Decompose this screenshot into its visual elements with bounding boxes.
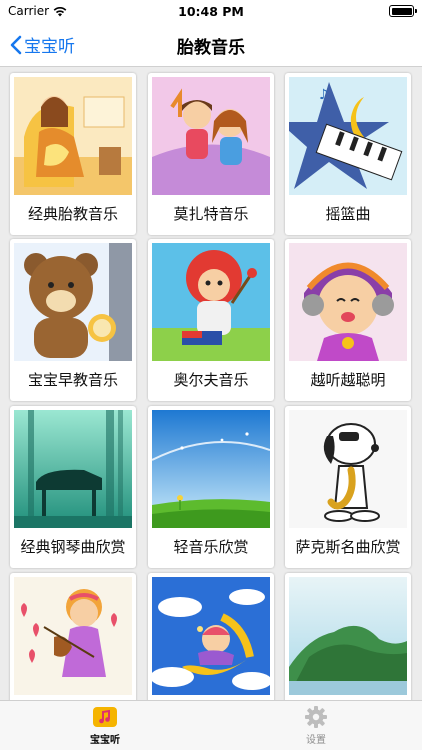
dog-saxophone-illustration: [289, 410, 407, 528]
category-label: 经典钢琴曲欣赏: [20, 538, 126, 556]
category-thumbnail: [14, 410, 132, 528]
mother-reading-illustration: [14, 77, 132, 195]
category-thumbnail: [152, 243, 270, 361]
category-card[interactable]: 宝宝早教音乐: [10, 239, 136, 401]
girl-violin-illustration: [14, 577, 132, 695]
category-thumbnail: [14, 577, 132, 695]
green-hill-illustration: [289, 577, 407, 695]
tab-baobaoting[interactable]: 宝宝听: [65, 705, 145, 746]
category-card[interactable]: [10, 573, 136, 700]
category-card[interactable]: 经典钢琴曲欣赏: [10, 406, 136, 568]
girl-drum-illustration: [152, 243, 270, 361]
gear-icon: [305, 706, 327, 728]
moon-piano-illustration: ♪: [289, 77, 407, 195]
moon-child-illustration: [152, 577, 270, 695]
svg-text:♪: ♪: [319, 87, 328, 103]
category-thumbnail: [152, 77, 270, 195]
category-label: 宝宝早教音乐: [27, 371, 118, 389]
bear-lion-illustration: [14, 243, 132, 361]
girl-headphones-illustration: [289, 243, 407, 361]
tab-settings[interactable]: 设置: [276, 705, 356, 746]
category-card[interactable]: 奥尔夫音乐: [148, 239, 274, 401]
category-card[interactable]: [148, 573, 274, 700]
category-thumbnail: [14, 77, 132, 195]
category-thumbnail: [289, 243, 407, 361]
category-label: 经典胎教音乐: [27, 205, 118, 223]
tab-label: 宝宝听: [90, 735, 120, 746]
category-card[interactable]: 轻音乐欣赏: [148, 406, 274, 568]
category-thumbnail: [14, 243, 132, 361]
meadow-sky-illustration: [152, 410, 270, 528]
tab-bar: 宝宝听 设置: [0, 700, 422, 750]
category-thumbnail: ♪: [289, 77, 407, 195]
piano-forest-illustration: [14, 410, 132, 528]
category-thumbnail: [152, 577, 270, 695]
category-card[interactable]: 经典胎教音乐: [10, 73, 136, 235]
category-card[interactable]: 莫扎特音乐: [148, 73, 274, 235]
category-card[interactable]: 越听越聪明: [285, 239, 411, 401]
page-title: 胎教音乐: [177, 38, 245, 58]
category-thumbnail: [152, 410, 270, 528]
music-category-grid[interactable]: 经典胎教音乐 莫扎特音乐 ♪ 摇篮曲 宝宝早教音乐 奥尔夫音乐 越听越聪明 经典…: [0, 66, 422, 700]
navigation-bar: 宝宝听 胎教音乐: [0, 22, 422, 66]
battery-icon: [389, 5, 417, 17]
category-card[interactable]: ♪ 摇篮曲: [285, 73, 411, 235]
music-note-icon: [93, 707, 117, 727]
category-card[interactable]: 萨克斯名曲欣赏: [285, 406, 411, 568]
category-label: 萨克斯名曲欣赏: [295, 538, 401, 556]
category-thumbnail: [289, 577, 407, 695]
children-singing-illustration: [152, 77, 270, 195]
tab-label: 设置: [306, 735, 326, 746]
category-label: 轻音乐欣赏: [173, 538, 249, 556]
category-card[interactable]: [285, 573, 411, 700]
status-time: 10:48 PM: [178, 4, 244, 19]
status-bar: Carrier 10:48 PM: [0, 0, 422, 22]
category-label: 奥尔夫音乐: [173, 371, 249, 389]
category-label: 莫扎特音乐: [173, 205, 249, 223]
category-label: 越听越聪明: [310, 371, 386, 389]
category-label: 摇篮曲: [325, 205, 371, 223]
category-thumbnail: [289, 410, 407, 528]
